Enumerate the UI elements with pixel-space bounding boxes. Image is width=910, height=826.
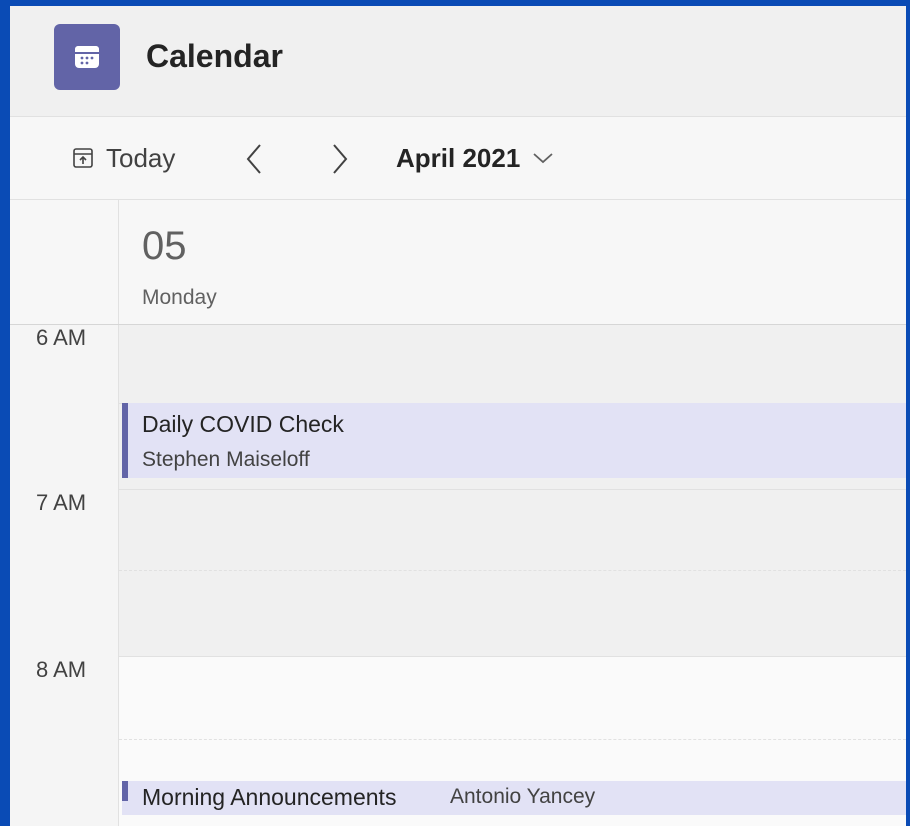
day-name: Monday <box>142 286 217 309</box>
month-label: April 2021 <box>396 142 521 173</box>
event-title: Morning Announcements <box>142 784 397 810</box>
chevron-right-icon <box>333 144 348 174</box>
calendar-app-icon[interactable] <box>54 24 120 90</box>
time-label-6am: 6 AM <box>36 325 87 350</box>
previous-button[interactable] <box>234 139 274 179</box>
event-organizer: Stephen Maiseloff <box>142 448 310 471</box>
time-label-8am: 8 AM <box>36 657 87 682</box>
chevron-down-icon <box>533 153 553 164</box>
calendar-grid: 6 AM 7 AM 8 AM Daily COVID Check Stephen… <box>10 325 906 826</box>
today-icon <box>73 148 93 168</box>
column-divider <box>118 200 119 324</box>
calendar-toolbar: Today April 2021 <box>10 117 906 200</box>
half-hour-line <box>119 739 906 740</box>
today-label: Today <box>106 142 176 173</box>
calendar-icon <box>75 46 99 68</box>
half-hour-line <box>119 570 906 571</box>
time-label-7am: 7 AM <box>36 490 87 515</box>
day-number: 05 <box>142 224 187 268</box>
page-title: Calendar <box>146 38 283 74</box>
day-column[interactable]: Daily COVID Check Stephen Maiseloff Morn… <box>119 325 906 826</box>
event-accent-bar <box>122 403 128 478</box>
event-organizer: Antonio Yancey <box>450 785 596 808</box>
event-morning-announcements[interactable]: Morning Announcements Antonio Yancey <box>122 781 906 815</box>
today-button[interactable]: Today <box>72 141 175 175</box>
chevron-left-icon <box>246 144 261 174</box>
time-column: 6 AM 7 AM 8 AM <box>10 325 119 826</box>
event-title: Daily COVID Check <box>142 411 344 437</box>
hour-line <box>119 656 906 657</box>
day-header: 05 Monday <box>10 200 906 325</box>
event-daily-covid-check[interactable]: Daily COVID Check Stephen Maiseloff <box>122 403 906 478</box>
month-picker-button[interactable]: April 2021 <box>396 141 554 175</box>
busy-hours-band <box>119 325 906 657</box>
next-button[interactable] <box>320 139 360 179</box>
app-header: Calendar <box>10 6 906 117</box>
hour-line <box>119 489 906 490</box>
event-accent-bar <box>122 781 128 801</box>
teams-calendar-window: Calendar Today April 2021 05 Monday 6 AM… <box>10 6 906 826</box>
